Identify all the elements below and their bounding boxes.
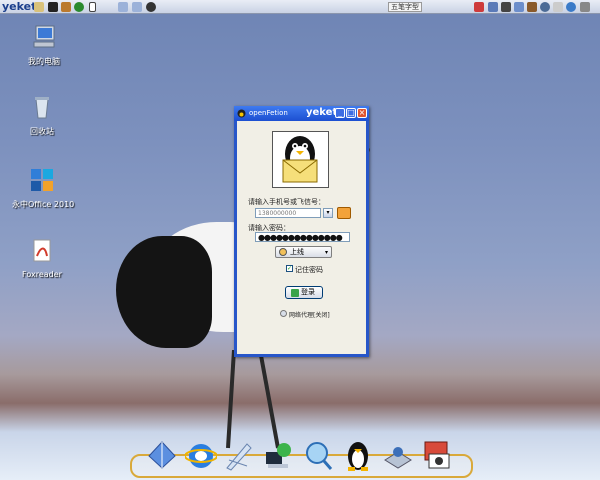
photo-viewer-icon[interactable] bbox=[421, 438, 453, 472]
password-input[interactable]: ●●●●●●●●●●●●●● bbox=[255, 232, 350, 242]
proxy-icon bbox=[280, 310, 287, 317]
mail-icon[interactable] bbox=[337, 207, 351, 219]
pdf-reader-icon bbox=[33, 239, 51, 262]
desktop-icon-foxit-reader[interactable]: Foxreader bbox=[12, 238, 72, 279]
fetion-login-window: openFetion yeket _ □ × 请输入手机号或飞信号： 13800… bbox=[234, 106, 369, 357]
top-panel: yeket 五笔字型 bbox=[0, 0, 600, 14]
remember-password-label: 记住密码 bbox=[295, 266, 323, 274]
minimize-button[interactable]: _ bbox=[335, 108, 345, 118]
login-button[interactable]: 登录 bbox=[285, 286, 323, 299]
speaker-icon[interactable] bbox=[553, 2, 563, 12]
qq-icon[interactable] bbox=[146, 2, 156, 12]
back-icon[interactable] bbox=[118, 2, 128, 12]
window-title: openFetion bbox=[249, 109, 288, 117]
globe-icon[interactable] bbox=[566, 2, 576, 12]
computer-icon bbox=[33, 25, 55, 48]
login-button-label: 登录 bbox=[301, 288, 315, 296]
window-titlebar[interactable]: openFetion yeket _ □ × bbox=[234, 106, 369, 121]
qq-penguin-mail-icon bbox=[282, 136, 318, 183]
crane-wing bbox=[116, 236, 212, 348]
crane-legs bbox=[226, 350, 280, 449]
internet-explorer-icon[interactable] bbox=[185, 438, 217, 472]
desktop-icon-my-computer[interactable]: 我的电脑 bbox=[14, 24, 74, 67]
keyboard-icon[interactable] bbox=[580, 2, 590, 12]
network-icon[interactable] bbox=[474, 2, 484, 12]
file-manager-icon[interactable] bbox=[146, 438, 178, 472]
folder-icon[interactable] bbox=[48, 2, 58, 12]
browser-icon[interactable] bbox=[74, 2, 84, 12]
ie-icon[interactable] bbox=[34, 2, 44, 12]
desktop-icon-recycle-bin[interactable]: 回收站 bbox=[12, 94, 72, 137]
desktop-icon-label: Foxreader bbox=[22, 270, 62, 279]
remember-password-checkbox[interactable]: ✓ bbox=[286, 265, 293, 272]
forward-icon[interactable] bbox=[132, 2, 142, 12]
terminal-icon[interactable] bbox=[61, 2, 71, 12]
phone-input[interactable]: 1380000000 bbox=[255, 208, 321, 218]
phone-label: 请输入手机号或飞信号： bbox=[248, 198, 325, 206]
office-icon bbox=[31, 169, 53, 191]
drive-icon[interactable] bbox=[382, 438, 414, 472]
proxy-link[interactable]: 网络代理[关闭] bbox=[289, 310, 330, 319]
text-editor-icon[interactable] bbox=[223, 438, 255, 472]
settings-icon[interactable] bbox=[540, 2, 550, 12]
password-masked: ●●●●●●●●●●●●●● bbox=[258, 233, 343, 242]
account-dropdown-button[interactable]: ▾ bbox=[323, 208, 333, 218]
online-status-icon bbox=[279, 248, 287, 256]
login-arrow-icon bbox=[291, 289, 299, 297]
chart-icon[interactable] bbox=[488, 2, 498, 12]
maximize-button[interactable]: □ bbox=[346, 108, 356, 118]
recycle-bin-icon bbox=[35, 97, 49, 119]
printer-icon[interactable] bbox=[501, 2, 511, 12]
search-icon[interactable] bbox=[302, 438, 334, 472]
desktop-icon-label: 我的电脑 bbox=[28, 57, 60, 66]
ime-indicator[interactable]: 五笔字型 bbox=[388, 2, 422, 12]
desktop-icon-label: 回收站 bbox=[30, 127, 54, 136]
start-menu-brand[interactable]: yeket bbox=[2, 0, 36, 14]
avatar bbox=[272, 131, 329, 188]
chevron-down-icon: ▾ bbox=[324, 249, 328, 256]
window-brand: yeket bbox=[306, 107, 338, 118]
monitor-icon[interactable] bbox=[89, 2, 96, 12]
flag-icon[interactable] bbox=[514, 2, 524, 12]
close-button[interactable]: × bbox=[357, 108, 367, 118]
pen-icon[interactable] bbox=[527, 2, 537, 12]
fetion-app-icon bbox=[237, 109, 246, 118]
network-icon[interactable] bbox=[262, 438, 294, 472]
status-value: 上线 bbox=[290, 248, 304, 256]
phone-input-value: 1380000000 bbox=[258, 210, 297, 217]
desktop-icon-yozo-office[interactable]: 永中Office 2010 bbox=[12, 167, 75, 210]
desktop-icon-label: 永中Office 2010 bbox=[12, 200, 75, 209]
qq-penguin-icon[interactable] bbox=[342, 438, 374, 472]
status-select[interactable]: 上线 ▾ bbox=[275, 246, 332, 258]
